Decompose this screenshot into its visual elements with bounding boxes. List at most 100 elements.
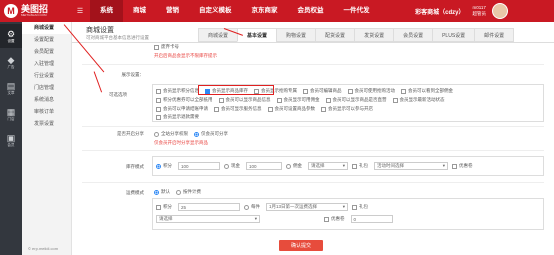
tab-bar: 商城设置 基本设置 购物设置 配货设置 发货设置 会员设置 PLUS设置 邮件设… (198, 28, 515, 42)
sidebar-item-settings[interactable]: ⚙ 设置 (0, 24, 22, 48)
nav-dropship[interactable]: 一件代发 (334, 0, 380, 22)
stock-row: 积分 100 现金 100 佣金 请选择 ▾ 礼包 活动时间选择 ▾ 优惠卷 (156, 162, 479, 170)
option[interactable]: 会员显示积分信息 (156, 88, 199, 94)
shipping-opt-each[interactable]: 每件 (244, 204, 260, 210)
menu-toggle-icon[interactable]: ☰ (72, 7, 88, 15)
stock-time-select[interactable]: 活动时间选择 ▾ (374, 162, 448, 170)
top-option-checkbox[interactable] (154, 44, 159, 50)
subnav-item[interactable]: 入驻管理 (22, 58, 71, 70)
sub-nav: 商城设置 设置配置 会员配置 入驻管理 行业设置 门店管理 系统消息 审核订单 … (22, 22, 72, 255)
subnav-item[interactable]: 门店管理 (22, 82, 71, 94)
shipping-opt-per-item[interactable]: 按件计费 (176, 189, 201, 195)
nav-templates[interactable]: 自定义模板 (189, 0, 242, 22)
share-label: 是否开启分享 (117, 131, 144, 136)
chevron-down-icon: ▾ (442, 163, 445, 168)
tab-distribution-settings[interactable]: 配货设置 (315, 28, 356, 42)
subnav-item[interactable]: 会员配置 (22, 46, 71, 58)
page-description: 可对商城平台基本信息进行设置 (86, 35, 149, 40)
chevron-down-icon: ▾ (342, 204, 345, 209)
sidebar-item-label: 设置 (7, 38, 15, 43)
option[interactable]: 会员可使用抢购活动 (347, 88, 395, 94)
sidebar-item-members[interactable]: ▣ 会员 (0, 128, 22, 152)
stock-opt-points[interactable]: 积分 (156, 163, 172, 169)
share-warning: 仅会员开启时分享显示商品 (154, 140, 208, 145)
stock-select[interactable]: 请选择 ▾ (308, 162, 348, 170)
page-title: 商城设置 (86, 27, 114, 34)
shipping-points-input[interactable]: 25 (178, 203, 240, 211)
divider (82, 64, 544, 65)
tab-member-settings[interactable]: 会员设置 (393, 28, 434, 42)
nav-system[interactable]: 系统 (90, 0, 123, 22)
option[interactable]: 会员显示可以参与开店 (321, 106, 373, 112)
sidebar-item-ads[interactable]: ◆ 广告 (0, 50, 22, 74)
sidebar-item-stores[interactable]: ▦ 门店 (0, 102, 22, 126)
shipping-opt-coupon[interactable]: 优惠卷 (324, 216, 345, 222)
shipping-row-2: 积分 25 每件 1月13日第一次运费选择 ▾ 礼包 (156, 203, 374, 211)
shipping-select[interactable]: 1月13日第一次运费选择 ▾ (266, 203, 348, 211)
subnav-item[interactable]: 系统消息 (22, 94, 71, 106)
option[interactable]: 会员显示可用佣金 (276, 97, 320, 103)
nav-mall[interactable]: 商城 (123, 0, 156, 22)
stock-opt-gift[interactable]: 礼包 (352, 163, 368, 169)
share-option-all[interactable]: 全站分享权限 (154, 131, 188, 137)
stock-opt-commission[interactable]: 佣金 (286, 163, 302, 169)
subnav-item[interactable]: 行业设置 (22, 70, 71, 82)
nav-jd[interactable]: 京东商家 (242, 0, 288, 22)
tab-plus-settings[interactable]: PLUS设置 (432, 28, 476, 42)
shipping-row-1: 默认 按件计费 (154, 189, 207, 195)
shipping-opt-points[interactable]: 积分 (156, 204, 172, 210)
stock-points-input[interactable]: 100 (178, 162, 220, 170)
option[interactable]: 会员可编辑商品 (303, 88, 342, 94)
submit-button[interactable]: 确认提交 (279, 240, 323, 251)
gear-icon: ⚙ (6, 28, 16, 39)
lock-icon: ▣ (6, 132, 16, 143)
divider (82, 126, 544, 127)
subnav-item[interactable]: 审核订单 (22, 106, 71, 118)
stock-label: 库存模式 (126, 164, 144, 169)
sidebar-item-label: 文章 (7, 90, 15, 95)
avatar[interactable] (492, 3, 508, 19)
tab-mail-settings[interactable]: 邮件设置 (474, 28, 515, 42)
shipping-opt-default[interactable]: 默认 (154, 189, 170, 195)
logo-subtext: MEITUZHAO.COM (21, 13, 47, 17)
option[interactable]: 会员显示最新活动状态 (392, 97, 445, 103)
top-option-row: 废弃卡号 (154, 44, 179, 50)
options-row-1b: 积分优惠券可以全部抵用 会员可以显示商品信息 会员显示可用佣金 会员可以显示商品… (156, 97, 451, 103)
tab-shipping-settings[interactable]: 发货设置 (354, 28, 395, 42)
option[interactable]: 会员可设置商品参数 (267, 106, 315, 112)
option[interactable]: 会员可以显示商品是否直营 (325, 97, 387, 103)
shipping-opt-gift[interactable]: 礼包 (352, 204, 368, 210)
option[interactable]: 会员可以申请结账申请 (156, 106, 208, 112)
share-option-members[interactable]: 仅会员可分享 (194, 131, 228, 137)
footer-copyright: © erp.meiidi.com (28, 246, 59, 251)
logo[interactable]: M 美图招 MEITUZHAO.COM (0, 0, 72, 22)
stock-opt-coupon[interactable]: 优惠卷 (452, 163, 473, 169)
sidebar-item-articles[interactable]: ▤ 文章 (0, 76, 22, 100)
option[interactable]: 会员可以显示商品信息 (218, 97, 271, 103)
options-row-3: 会员显示退款需要 (156, 114, 205, 120)
store-icon: ▦ (6, 106, 16, 117)
sidebar-item-label: 门店 (7, 116, 15, 121)
tab-basic-settings[interactable]: 基本设置 (237, 28, 278, 42)
top-bar: M 美图招 MEITUZHAO.COM ☰ 系统 商城 营销 自定义模板 京东商… (0, 0, 554, 22)
stock-opt-cash[interactable]: 现金 (224, 163, 240, 169)
option[interactable]: 会员可以看到全部佣金 (401, 88, 453, 94)
user-role: 超管员 (472, 11, 487, 16)
subnav-item[interactable]: 发票设置 (22, 118, 71, 130)
stock-cash-input[interactable]: 100 (246, 162, 282, 170)
subnav-item[interactable]: 设置配置 (22, 34, 71, 46)
options-field-label: 可选选项 (109, 92, 127, 97)
divider (82, 150, 544, 151)
shipping-select-2[interactable]: 请选择 ▾ (156, 215, 260, 223)
option[interactable]: 会员显示退款需要 (156, 114, 199, 120)
option[interactable]: 会员可显示服务信息 (214, 106, 262, 112)
nav-member-rights[interactable]: 会员权益 (288, 0, 334, 22)
shipping-coupon-input[interactable]: 0 (350, 215, 393, 223)
top-option-label: 废弃卡号 (161, 44, 179, 49)
sidebar-item-label: 会员 (7, 142, 15, 147)
option[interactable]: 积分优惠券可以全部抵用 (156, 97, 213, 103)
user-box[interactable]: 彩客商城（cdzy） m0117 超管员 (415, 3, 508, 19)
top-option-warning: 开启后商品会显示不限库存提示 (154, 53, 217, 58)
tab-shopping-settings[interactable]: 购物设置 (276, 28, 317, 42)
nav-marketing[interactable]: 营销 (156, 0, 189, 22)
